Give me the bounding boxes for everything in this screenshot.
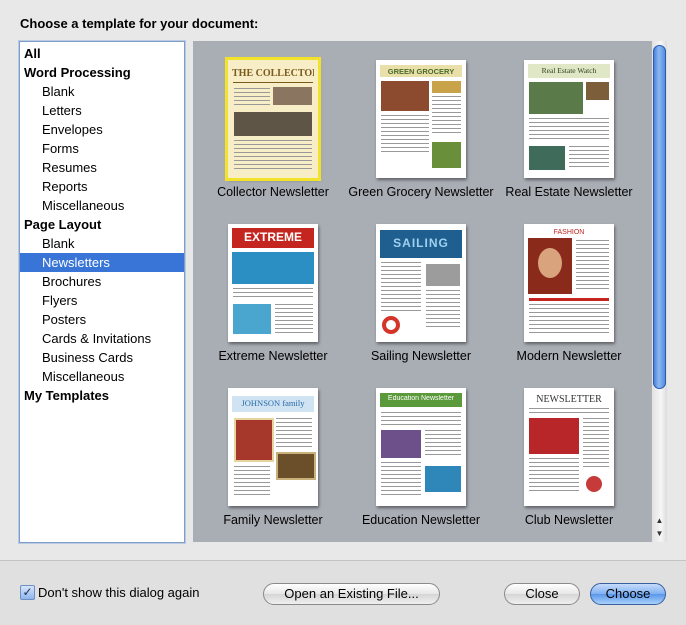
template-thumbnail: Real Estate Watch (524, 60, 614, 178)
dont-show-label[interactable]: Don't show this dialog again (38, 585, 199, 600)
category-word-processing[interactable]: Word Processing (20, 63, 184, 82)
template-label: Real Estate Newsletter (505, 185, 633, 199)
category-reports[interactable]: Reports (20, 177, 184, 196)
category-pl-miscellaneous[interactable]: Miscellaneous (20, 367, 184, 386)
template-masthead: SAILING (393, 236, 449, 250)
category-pl-blank[interactable]: Blank (20, 234, 184, 253)
template-green-grocery-newsletter[interactable]: GREEN GROCERY Green Grocery Newsletter (346, 60, 496, 199)
template-thumbnail: GREEN GROCERY (376, 60, 466, 178)
category-wp-blank[interactable]: Blank (20, 82, 184, 101)
template-masthead: EXTREME (243, 230, 302, 244)
template-modern-newsletter[interactable]: FASHION Modern Newsletter (494, 224, 644, 363)
template-thumbnail: THE COLLECTOR (225, 57, 321, 181)
template-extreme-newsletter[interactable]: EXTREME Extreme Newsletter (198, 224, 348, 363)
template-masthead: GREEN GROCERY (387, 67, 455, 76)
template-label: Family Newsletter (223, 513, 323, 527)
category-envelopes[interactable]: Envelopes (20, 120, 184, 139)
category-letters[interactable]: Letters (20, 101, 184, 120)
template-thumbnail: JOHNSON family (228, 388, 318, 506)
category-list[interactable]: All Word Processing Blank Letters Envelo… (19, 41, 185, 543)
template-label: Education Newsletter (361, 513, 481, 527)
template-pane[interactable]: THE COLLECTOR Collector Newsletter GREEN… (193, 41, 667, 542)
scroll-up-arrow-icon[interactable]: ▲ (652, 514, 667, 527)
scrollbar-thumb[interactable] (653, 45, 666, 389)
category-cards-invitations[interactable]: Cards & Invitations (20, 329, 184, 348)
category-my-templates[interactable]: My Templates (20, 386, 184, 405)
template-club-newsletter[interactable]: NEWSLETTER Club Newsletter (494, 388, 644, 527)
template-label: Sailing Newsletter (370, 349, 472, 363)
template-collector-newsletter[interactable]: THE COLLECTOR Collector Newsletter (198, 57, 348, 199)
category-forms[interactable]: Forms (20, 139, 184, 158)
template-masthead: JOHNSON family (241, 398, 305, 408)
template-education-newsletter[interactable]: Education Newsletter Education Newslette… (346, 388, 496, 527)
template-masthead: Real Estate Watch (541, 66, 597, 75)
template-label: Club Newsletter (524, 513, 614, 527)
template-scrollbar[interactable]: ▲ ▼ (651, 41, 667, 542)
template-label: Green Grocery Newsletter (348, 185, 494, 199)
open-existing-file-button[interactable]: Open an Existing File... (263, 583, 440, 605)
template-label: Modern Newsletter (516, 349, 622, 363)
category-all[interactable]: All (20, 44, 184, 63)
template-masthead: Education Newsletter (387, 395, 455, 402)
close-button[interactable]: Close (504, 583, 580, 605)
category-resumes[interactable]: Resumes (20, 158, 184, 177)
category-posters[interactable]: Posters (20, 310, 184, 329)
category-brochures[interactable]: Brochures (20, 272, 184, 291)
scroll-down-arrow-icon[interactable]: ▼ (652, 527, 667, 540)
template-masthead: FASHION (553, 229, 585, 236)
template-thumbnail: SAILING (376, 224, 466, 342)
category-newsletters[interactable]: Newsletters (20, 253, 184, 272)
category-wp-miscellaneous[interactable]: Miscellaneous (20, 196, 184, 215)
dont-show-checkbox[interactable]: ✓ (20, 585, 35, 600)
template-masthead: NEWSLETTER (536, 394, 602, 405)
template-family-newsletter[interactable]: JOHNSON family Family Newsletter (198, 388, 348, 527)
category-flyers[interactable]: Flyers (20, 291, 184, 310)
template-thumbnail: NEWSLETTER (524, 388, 614, 506)
template-thumbnail: EXTREME (228, 224, 318, 342)
template-thumbnail: Education Newsletter (376, 388, 466, 506)
template-masthead: THE COLLECTOR (232, 68, 314, 79)
dialog-title: Choose a template for your document: (20, 16, 259, 31)
template-sailing-newsletter[interactable]: SAILING Sailing Newsletter (346, 224, 496, 363)
template-thumbnail: FASHION (524, 224, 614, 342)
template-real-estate-newsletter[interactable]: Real Estate Watch Real Estate Newsletter (494, 60, 644, 199)
category-business-cards[interactable]: Business Cards (20, 348, 184, 367)
template-label: Extreme Newsletter (218, 349, 328, 363)
template-label: Collector Newsletter (217, 185, 329, 199)
category-page-layout[interactable]: Page Layout (20, 215, 184, 234)
choose-button[interactable]: Choose (590, 583, 666, 605)
